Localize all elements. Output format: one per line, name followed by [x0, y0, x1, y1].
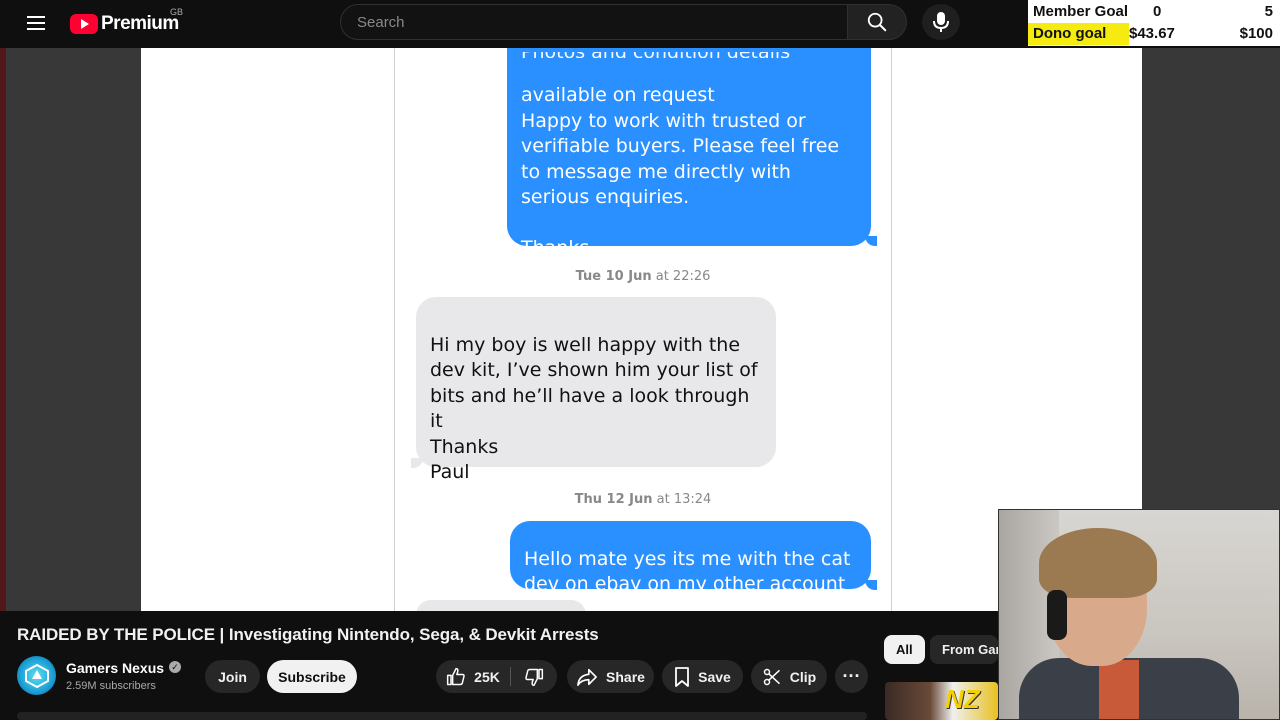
headset-icon	[1047, 590, 1067, 640]
subscriber-count: 2.59M subscribers	[66, 680, 156, 692]
streamer-webcam	[998, 509, 1280, 720]
bubble-tail	[865, 236, 877, 246]
timestamp-2: Thu 12 Jun at 13:24	[395, 492, 891, 507]
dono-goal-row: Dono goal $43.67 $100	[1028, 23, 1280, 45]
sent-message-bubble: Photos and condition details available o…	[507, 48, 871, 259]
thumbnail-text: NZ	[945, 684, 980, 714]
channel-name[interactable]: Gamers Nexus	[66, 660, 164, 676]
recommended-video-thumbnail[interactable]: NZ	[885, 682, 998, 720]
microphone-icon	[933, 12, 949, 32]
gamers-nexus-logo-icon	[24, 663, 49, 688]
search-input[interactable]	[357, 13, 831, 31]
search-button[interactable]	[847, 4, 907, 40]
share-button[interactable]: Share	[567, 660, 654, 693]
share-button-label: Share	[606, 668, 645, 685]
chip-all[interactable]: All	[884, 635, 925, 664]
subscribe-button[interactable]: Subscribe	[267, 660, 357, 693]
clip-button[interactable]: Clip	[751, 660, 827, 693]
join-button-label: Join	[218, 668, 247, 685]
clip-button-label: Clip	[789, 668, 817, 685]
like-button[interactable]: 25K	[436, 660, 510, 693]
chip-from-channel[interactable]: From Gamers Nexus	[930, 635, 998, 664]
chip-from-channel-label: From Gamers Nexus	[942, 642, 998, 657]
video-edge	[0, 48, 6, 611]
region-code: GB	[170, 7, 184, 17]
received-message-text: Hi my boy is well happy with the dev kit…	[430, 333, 758, 484]
clipped-message-line: Photos and condition details	[521, 52, 857, 58]
dislike-button[interactable]	[511, 660, 557, 693]
search-icon	[867, 12, 887, 32]
timestamp-2-day: Thu 12 Jun	[574, 492, 653, 507]
dono-goal-current: $43.67	[1129, 25, 1175, 42]
save-button-label: Save	[698, 668, 731, 685]
timestamp-1-day: Tue 10 Jun	[575, 269, 652, 284]
sent-message-bubble: Hello mate yes its me with the cat dev o…	[510, 521, 871, 595]
verified-check-icon: ✓	[169, 661, 181, 673]
webcam-person-hair	[1039, 528, 1157, 598]
logo-brand-text: Premium	[101, 13, 179, 34]
timestamp-2-time: at 13:24	[656, 492, 712, 507]
bubble-tail	[865, 580, 877, 590]
dono-goal-target: $100	[1239, 25, 1273, 42]
member-goal-current: 0	[1153, 3, 1162, 20]
sent-message-text: Hello mate yes its me with the cat dev o…	[524, 547, 851, 596]
more-actions-button[interactable]: ···	[835, 660, 868, 693]
share-arrow-icon	[577, 668, 597, 686]
search-box[interactable]	[340, 4, 848, 40]
like-count: 25K	[474, 668, 500, 685]
member-goal-target: 5	[1264, 3, 1273, 20]
timestamp-1-time: at 22:26	[655, 269, 711, 284]
voice-search-button[interactable]	[922, 4, 960, 40]
stream-goals-overlay: Member Goal 0 5 Dono goal $43.67 $100	[1028, 0, 1280, 46]
channel-avatar[interactable]	[17, 656, 56, 695]
save-button[interactable]: Save	[662, 660, 743, 693]
member-goal-label: Member Goal	[1033, 3, 1129, 20]
description-box-edge	[17, 712, 867, 720]
timestamp-1: Tue 10 Jun at 22:26	[395, 269, 891, 284]
like-dislike-group: 25K	[436, 660, 557, 693]
webcam-person-shirt	[1099, 660, 1139, 719]
bookmark-icon	[675, 666, 690, 687]
bubble-tail	[411, 458, 423, 468]
more-dots-icon: ···	[842, 666, 861, 686]
join-button[interactable]: Join	[205, 660, 260, 693]
scissors-icon	[763, 668, 780, 685]
youtube-premium-logo[interactable]: Premium GB	[70, 7, 183, 36]
partial-message-bubble	[416, 600, 586, 611]
message-screenshot: Photos and condition details available o…	[394, 48, 892, 611]
sent-message-text: available on request Happy to work with …	[521, 84, 840, 259]
youtube-play-icon	[70, 14, 98, 34]
thumbs-down-icon	[525, 668, 544, 686]
thumbs-up-icon	[447, 667, 465, 685]
subscribe-button-label: Subscribe	[278, 668, 346, 685]
received-message-bubble: Hi my boy is well happy with the dev kit…	[416, 297, 776, 483]
video-title: RAIDED BY THE POLICE | Investigating Nin…	[17, 625, 599, 644]
dono-goal-label: Dono goal	[1033, 25, 1107, 42]
chip-all-label: All	[896, 642, 913, 657]
hamburger-menu-icon[interactable]	[22, 12, 50, 36]
member-goal-row: Member Goal 0 5	[1028, 1, 1280, 23]
